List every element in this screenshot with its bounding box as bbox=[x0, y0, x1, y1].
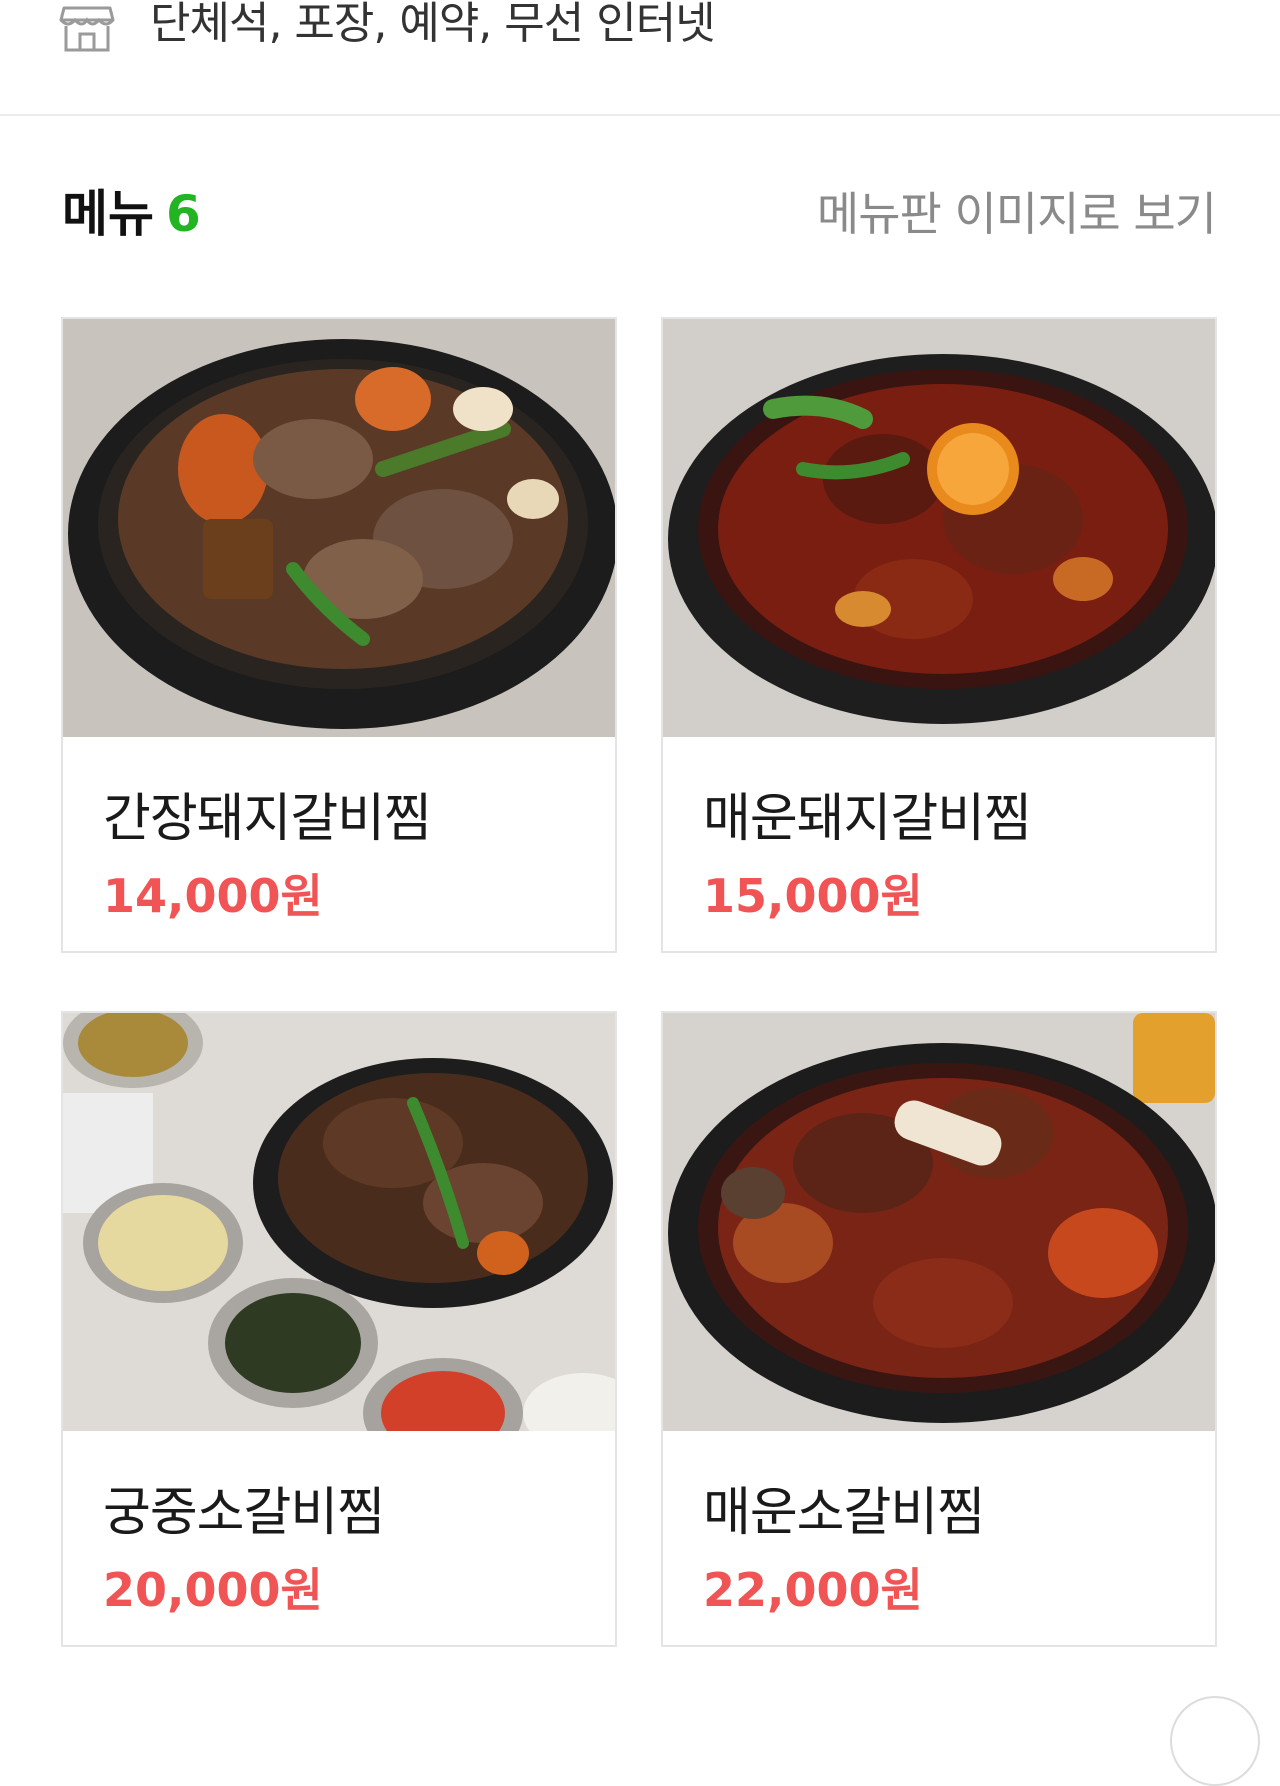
menu-item-name: 매운소갈비찜 bbox=[703, 1483, 985, 1543]
menu-card[interactable]: 간장돼지갈비찜 14,000원 bbox=[61, 317, 617, 953]
menu-card[interactable]: 매운돼지갈비찜 15,000원 bbox=[661, 317, 1217, 953]
menu-card[interactable]: 궁중소갈비찜 20,000원 bbox=[61, 1011, 617, 1647]
menu-image-view-link[interactable]: 메뉴판 이미지로 보기 bbox=[817, 184, 1217, 244]
more-button[interactable] bbox=[1170, 1696, 1260, 1786]
facilities-text: 단체석, 포장, 예약, 무선 인터넷 bbox=[150, 0, 716, 49]
menu-photo bbox=[63, 319, 615, 737]
menu-item-price: 20,000원 bbox=[103, 1563, 323, 1617]
menu-count: 6 bbox=[166, 185, 201, 243]
menu-card[interactable]: 매운소갈비찜 22,000원 bbox=[661, 1011, 1217, 1647]
menu-photo bbox=[663, 319, 1215, 737]
menu-title-label: 메뉴 bbox=[62, 185, 154, 243]
menu-item-price: 14,000원 bbox=[103, 869, 323, 923]
menu-item-price: 22,000원 bbox=[703, 1563, 923, 1617]
store-icon bbox=[58, 4, 116, 54]
menu-item-name: 궁중소갈비찜 bbox=[103, 1483, 385, 1543]
facilities-row: 단체석, 포장, 예약, 무선 인터넷 bbox=[0, 0, 1280, 116]
menu-item-name: 간장돼지갈비찜 bbox=[103, 789, 432, 849]
menu-item-price: 15,000원 bbox=[703, 869, 923, 923]
menu-item-name: 매운돼지갈비찜 bbox=[703, 789, 1032, 849]
menu-header: 메뉴 6 메뉴판 이미지로 보기 bbox=[0, 170, 1280, 260]
menu-title: 메뉴 6 bbox=[62, 182, 201, 246]
menu-photo bbox=[663, 1013, 1215, 1431]
menu-photo bbox=[63, 1013, 615, 1431]
